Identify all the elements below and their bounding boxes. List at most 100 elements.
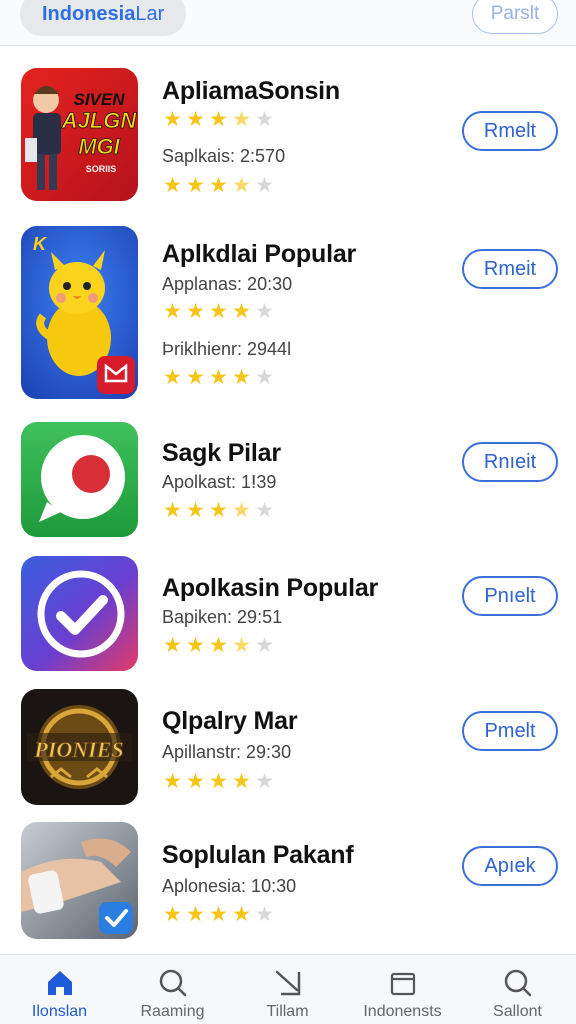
star-icon: ★ bbox=[163, 174, 182, 197]
tab-label: Sallont bbox=[493, 1003, 542, 1020]
star-icon: ★ bbox=[209, 108, 228, 131]
star-icon: ★ bbox=[255, 366, 274, 389]
home-icon bbox=[44, 967, 76, 999]
app-title[interactable]: Apolkasin Popular bbox=[162, 574, 378, 603]
rating-stars: ★ ★ ★ ★ ★ bbox=[162, 301, 275, 322]
star-icon: ★ bbox=[232, 770, 251, 793]
star-icon: ★ bbox=[186, 366, 205, 389]
list-item[interactable]: PIONIES Qlpalry Mar Apillanstr: 29:30 ★ ★… bbox=[0, 687, 576, 822]
star-icon: ★ bbox=[163, 634, 182, 657]
tab-home[interactable]: Ilonslan bbox=[2, 955, 117, 1024]
rating-stars: ★ ★ ★ ★ ★ bbox=[162, 109, 275, 130]
star-icon: ★ bbox=[209, 770, 228, 793]
star-icon: ★ bbox=[163, 903, 182, 926]
list-item[interactable]: SIVEN AJLGN MGI SORIIS ApliamaSonsin ★ ★ ★… bbox=[0, 47, 576, 217]
wrist-photo-icon[interactable] bbox=[21, 822, 138, 939]
region-label: Indonesia bbox=[42, 2, 136, 25]
top-right-button[interactable]: Parslt bbox=[472, 0, 558, 34]
star-icon: ★ bbox=[232, 174, 251, 197]
star-icon: ★ bbox=[186, 499, 205, 522]
star-icon: ★ bbox=[209, 366, 228, 389]
star-icon: ★ bbox=[255, 770, 274, 793]
app-title[interactable]: Qlpalry Mar bbox=[162, 707, 298, 736]
get-button[interactable]: Rmelt bbox=[462, 111, 558, 151]
get-button[interactable]: Pnıelt bbox=[462, 576, 558, 616]
app-meta: Applanas: 20:30 bbox=[162, 274, 293, 294]
chat-bubble-icon[interactable] bbox=[21, 422, 138, 537]
svg-text:MGI: MGI bbox=[78, 134, 120, 159]
star-icon: ★ bbox=[163, 108, 182, 131]
star-icon: ★ bbox=[232, 108, 251, 131]
star-icon: ★ bbox=[255, 108, 274, 131]
star-icon: ★ bbox=[186, 634, 205, 657]
checkmark-badge-icon[interactable] bbox=[21, 556, 138, 671]
list-item[interactable]: Apolkasin Popular Bapiken: 29:51 ★ ★ ★ ★ ★ P… bbox=[0, 552, 576, 687]
folder-icon bbox=[387, 967, 419, 999]
tab-label: Raaming bbox=[140, 1003, 205, 1020]
tab-search-2[interactable]: Sallont bbox=[460, 955, 575, 1024]
arrow-icon bbox=[272, 967, 304, 999]
app-meta: Saplkais: 2:570 bbox=[162, 146, 286, 166]
app-meta: Apolkast: 1ⵑ39 bbox=[162, 472, 277, 492]
star-icon: ★ bbox=[232, 366, 251, 389]
star-icon: ★ bbox=[186, 108, 205, 131]
tab-folder[interactable]: Indonensts bbox=[345, 955, 460, 1024]
svg-text:K: K bbox=[33, 234, 48, 254]
get-button[interactable]: Apıek bbox=[462, 846, 558, 886]
bottom-tab-bar: Ilonslan Raaming Tillam Indonensts Sallo… bbox=[0, 954, 576, 1024]
star-icon: ★ bbox=[255, 634, 274, 657]
app-meta: Aplonesia: 10:30 bbox=[162, 876, 297, 896]
star-icon: ★ bbox=[209, 634, 228, 657]
star-icon: ★ bbox=[163, 499, 182, 522]
tab-search[interactable]: Raaming bbox=[115, 955, 230, 1024]
top-bar: Indonesia Lar Parslt bbox=[0, 0, 576, 46]
app-meta: Þriklhienr: 2944l bbox=[162, 339, 292, 359]
app-meta: Bapiken: 29:51 bbox=[162, 607, 283, 627]
svg-text:AJLGN: AJLGN bbox=[61, 108, 138, 133]
star-icon: ★ bbox=[255, 174, 274, 197]
get-button[interactable]: Rnıeit bbox=[462, 442, 558, 482]
gold-emblem-icon[interactable]: PIONIES bbox=[21, 689, 138, 805]
tab-label: Indonensts bbox=[363, 1003, 442, 1020]
rating-stars: ★ ★ ★ ★ ★ bbox=[162, 771, 275, 792]
app-title[interactable]: Soplulan Pakanf bbox=[162, 841, 354, 870]
star-icon: ★ bbox=[232, 300, 251, 323]
app-title[interactable]: Sagk Pilar bbox=[162, 439, 281, 468]
region-label-suffix: Lar bbox=[135, 2, 165, 25]
star-icon: ★ bbox=[209, 174, 228, 197]
app-title[interactable]: Aplkdlai Popular bbox=[162, 240, 356, 269]
get-button[interactable]: Pmelt bbox=[462, 711, 558, 751]
list-item[interactable]: Soplulan Pakanf Aplonesia: 10:30 ★ ★ ★ ★ ★ A… bbox=[0, 822, 576, 952]
rating-stars: ★ ★ ★ ★ ★ bbox=[162, 635, 275, 656]
star-icon: ★ bbox=[232, 499, 251, 522]
star-icon: ★ bbox=[255, 499, 274, 522]
list-item[interactable]: K Aplkdlai Popular Applanas: 20:30 ★ ★ ★ ★ ★… bbox=[0, 217, 576, 417]
star-icon: ★ bbox=[163, 770, 182, 793]
tab-arrow[interactable]: Tillam bbox=[230, 955, 345, 1024]
app-title[interactable]: ApliamaSonsin bbox=[162, 77, 340, 106]
get-button[interactable]: Rmeit bbox=[462, 249, 558, 289]
tab-label: Ilonslan bbox=[31, 1003, 88, 1020]
list-item[interactable]: Sagk Pilar Apolkast: 1ⵑ39 ★ ★ ★ ★ ★ Rnıeit bbox=[0, 417, 576, 552]
star-icon: ★ bbox=[232, 903, 251, 926]
yellow-chick-icon[interactable]: K bbox=[21, 226, 138, 399]
tab-label: Tillam bbox=[266, 1003, 309, 1020]
star-icon: ★ bbox=[186, 174, 205, 197]
rating-stars: ★ ★ ★ ★ ★ bbox=[162, 175, 275, 196]
star-icon: ★ bbox=[209, 903, 228, 926]
star-icon: ★ bbox=[232, 634, 251, 657]
star-icon: ★ bbox=[255, 300, 274, 323]
star-icon: ★ bbox=[186, 300, 205, 323]
svg-text:SORIIS: SORIIS bbox=[86, 164, 117, 174]
region-selector[interactable]: Indonesia Lar bbox=[20, 0, 187, 36]
star-icon: ★ bbox=[209, 499, 228, 522]
star-icon: ★ bbox=[255, 903, 274, 926]
superhero-poster-icon[interactable]: SIVEN AJLGN MGI SORIIS bbox=[21, 68, 138, 201]
search-icon bbox=[502, 967, 534, 999]
star-icon: ★ bbox=[186, 770, 205, 793]
svg-text:SIVEN: SIVEN bbox=[73, 90, 125, 109]
rating-stars: ★ ★ ★ ★ ★ bbox=[162, 367, 275, 388]
search-icon bbox=[157, 967, 189, 999]
star-icon: ★ bbox=[209, 300, 228, 323]
rating-stars: ★ ★ ★ ★ ★ bbox=[162, 904, 275, 925]
